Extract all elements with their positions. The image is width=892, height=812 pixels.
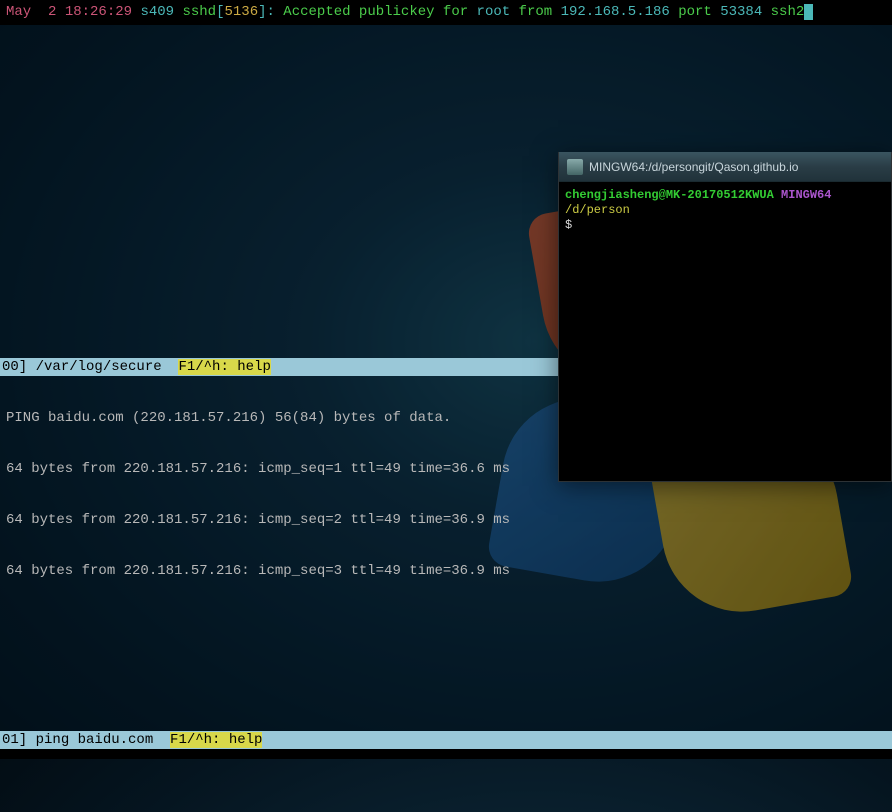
log-proc: sshd bbox=[182, 4, 216, 20]
mingw-terminal-window[interactable]: MINGW64:/d/persongit/Qason.github.io che… bbox=[558, 152, 892, 482]
mingw-titlebar[interactable]: MINGW64:/d/persongit/Qason.github.io bbox=[559, 152, 891, 182]
log-port: 53384 bbox=[720, 4, 762, 20]
pane-index: 01] bbox=[2, 732, 36, 748]
bottom-edge bbox=[0, 749, 892, 759]
mingw-cwd: /d/person bbox=[565, 203, 630, 217]
log-ip: 192.168.5.186 bbox=[561, 4, 670, 20]
mingw-prompt-line: chengjiasheng@MK-20170512KWUA MINGW64 /d… bbox=[565, 188, 885, 218]
log-bracket: ] bbox=[258, 4, 266, 20]
log-time: 18:26:29 bbox=[65, 4, 132, 20]
log-colon: : bbox=[267, 4, 275, 20]
log-msg: from bbox=[510, 4, 560, 20]
log-host: s409 bbox=[140, 4, 174, 20]
mingw-user-host: chengjiasheng@MK-20170512KWUA bbox=[565, 188, 774, 202]
ping-line: 64 bytes from 220.181.57.216: icmp_seq=2… bbox=[6, 512, 886, 529]
log-user: root bbox=[477, 4, 511, 20]
pane-path: /var/log/secure bbox=[36, 359, 162, 375]
help-hint: F1/^h: help bbox=[178, 359, 270, 375]
pane-status-bar-1: 01] ping baidu.com F1/^h: help bbox=[0, 731, 892, 749]
log-date: May 2 bbox=[6, 4, 56, 20]
log-pid: 5136 bbox=[224, 4, 258, 20]
ssh-log-line: May 2 18:26:29 s409 sshd[5136]: Accepted… bbox=[0, 0, 892, 25]
mingw-terminal-body[interactable]: chengjiasheng@MK-20170512KWUA MINGW64 /d… bbox=[559, 182, 891, 239]
log-msg: Accepted publickey for bbox=[275, 4, 477, 20]
mingw-title: MINGW64:/d/persongit/Qason.github.io bbox=[589, 160, 798, 174]
help-hint: F1/^h: help bbox=[170, 732, 262, 748]
mingw-env: MINGW64 bbox=[781, 188, 831, 202]
ping-line: 64 bytes from 220.181.57.216: icmp_seq=3… bbox=[6, 563, 886, 580]
terminal-icon bbox=[567, 159, 583, 175]
mingw-prompt[interactable]: $ bbox=[565, 218, 885, 233]
pane-index: 00] bbox=[2, 359, 36, 375]
log-msg: port bbox=[670, 4, 720, 20]
log-msg: ssh2 bbox=[762, 4, 804, 20]
pane-cmd: ping baidu.com bbox=[36, 732, 154, 748]
cursor-icon: _ bbox=[804, 4, 812, 20]
